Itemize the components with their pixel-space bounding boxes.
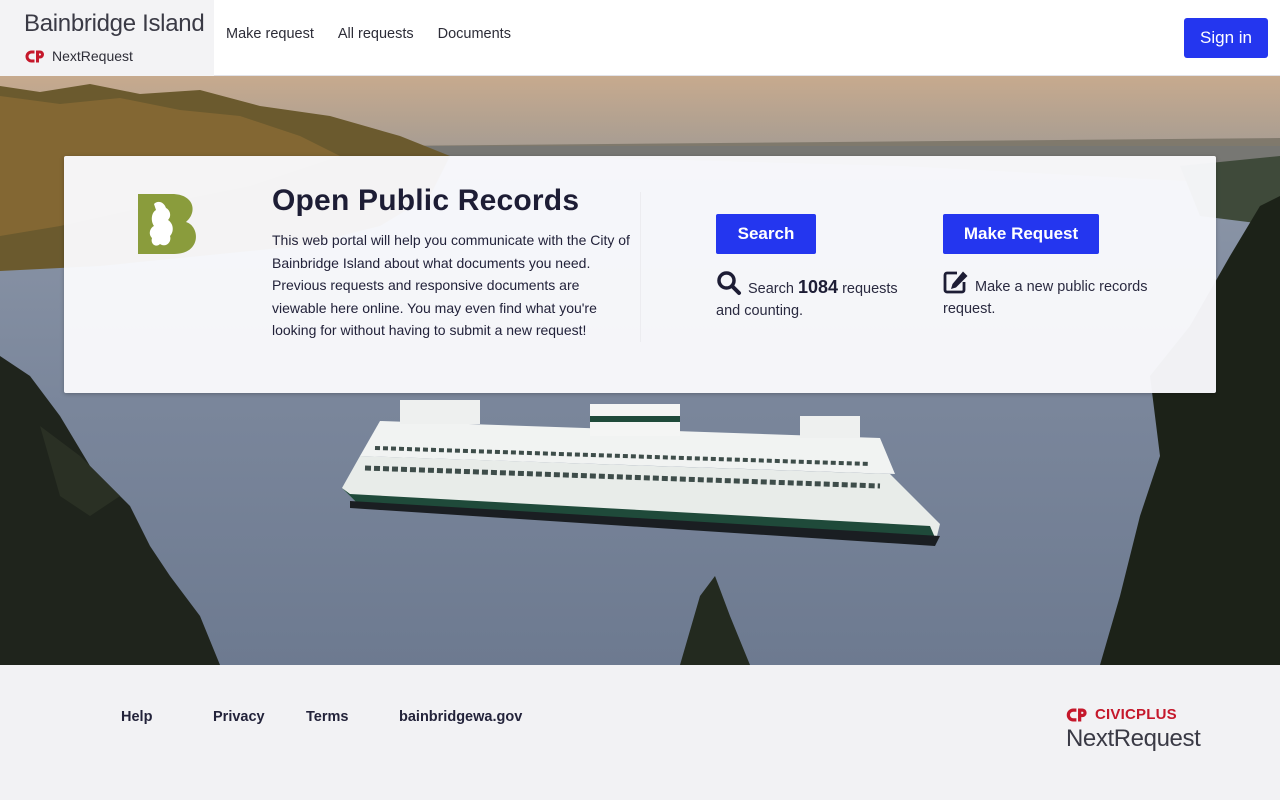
footer-link-help[interactable]: Help — [121, 709, 213, 725]
search-stat: Search 1084 requests and counting. — [716, 270, 916, 322]
card-divider — [640, 192, 641, 342]
product-name: NextRequest — [52, 48, 133, 64]
footer-link-privacy[interactable]: Privacy — [213, 709, 306, 725]
brand-block[interactable]: Bainbridge Island NextRequest — [0, 0, 214, 76]
footer-link-city-website[interactable]: bainbridgewa.gov — [399, 709, 522, 725]
vendor-product: NextRequest — [1066, 725, 1201, 752]
nav-make-request[interactable]: Make request — [226, 26, 314, 42]
top-navbar: Bainbridge Island NextRequest Make reque… — [0, 0, 1280, 76]
vendor-brand[interactable]: CIVICPLUS NextRequest — [1066, 706, 1201, 753]
sign-in-button[interactable]: Sign in — [1184, 18, 1268, 58]
make-request-stat: Make a new public records request. — [943, 270, 1173, 320]
request-count: 1084 — [797, 277, 839, 297]
make-request-button[interactable]: Make Request — [943, 214, 1099, 254]
hero-banner: Open Public Records This web portal will… — [0, 76, 1280, 665]
page-title: Open Public Records — [272, 184, 580, 217]
search-stat-prefix: Search — [748, 281, 794, 297]
hero-card: Open Public Records This web portal will… — [64, 156, 1216, 393]
product-brand: NextRequest — [25, 48, 133, 64]
vendor-name: CIVICPLUS — [1095, 706, 1177, 723]
civicplus-logo-icon — [1066, 708, 1087, 721]
edit-icon — [943, 271, 968, 294]
nav-all-requests[interactable]: All requests — [338, 26, 414, 42]
nav-documents[interactable]: Documents — [438, 26, 511, 42]
footer-links: Help Privacy Terms bainbridgewa.gov — [121, 709, 522, 725]
search-icon — [717, 271, 741, 295]
site-title: Bainbridge Island — [24, 10, 205, 37]
footer-link-terms[interactable]: Terms — [306, 709, 399, 725]
search-button[interactable]: Search — [716, 214, 816, 254]
portal-description: This web portal will help you communicat… — [272, 232, 630, 338]
footer: Help Privacy Terms bainbridgewa.gov CIVI… — [0, 665, 1280, 800]
bainbridge-b-logo — [138, 194, 196, 254]
make-request-stat-text: Make a new public records request. — [943, 279, 1148, 317]
main-nav: Make request All requests Documents — [226, 26, 511, 42]
civicplus-logo-icon — [25, 50, 44, 62]
